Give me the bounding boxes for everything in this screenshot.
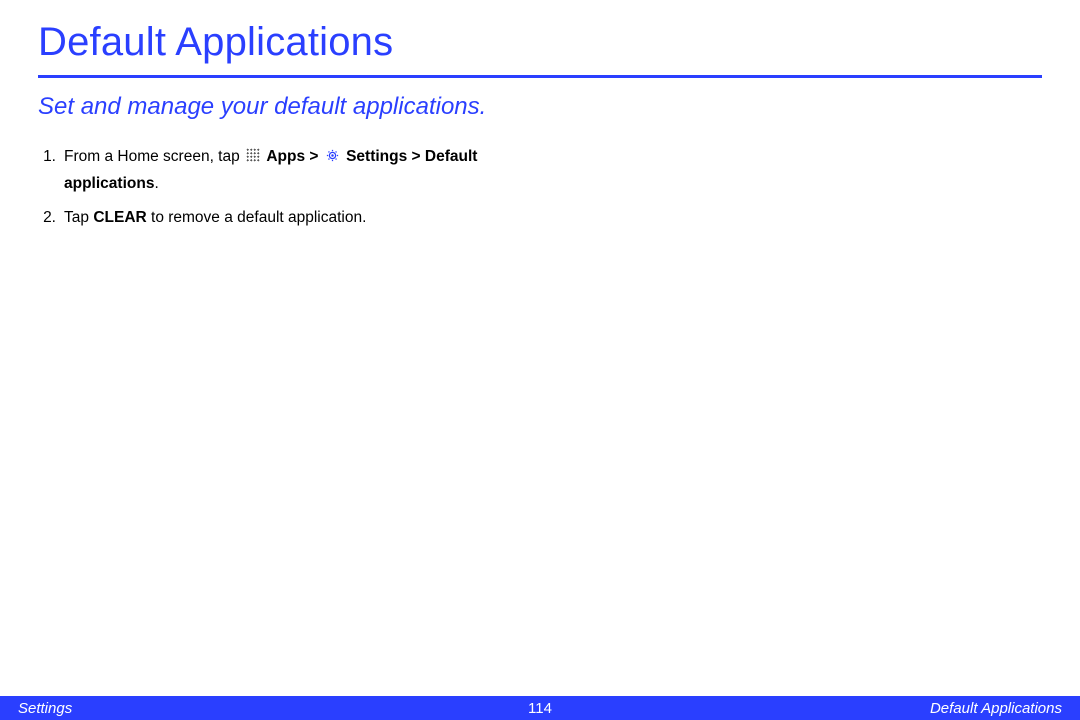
step-body: From a Home screen, tap Apps > Settings … — [64, 145, 558, 197]
step-number: 1. — [38, 145, 64, 197]
page-title: Default Applications — [38, 20, 1042, 75]
step-text: to remove a default application. — [147, 209, 367, 226]
clear-label: CLEAR — [93, 209, 146, 226]
step-text: Tap — [64, 209, 93, 226]
page-footer: Settings 114 Default Applications — [0, 696, 1080, 720]
footer-left: Settings — [18, 700, 72, 717]
settings-label: Settings — [346, 148, 407, 165]
step-number: 2. — [38, 206, 64, 231]
page-number: 114 — [528, 700, 552, 717]
steps-list: 1. From a Home screen, tap Apps > Settin… — [38, 145, 558, 231]
apps-label: Apps — [266, 148, 305, 165]
settings-gear-icon — [325, 147, 340, 172]
period: . — [154, 175, 158, 192]
step-2: 2. Tap CLEAR to remove a default applica… — [38, 206, 558, 231]
step-body: Tap CLEAR to remove a default applicatio… — [64, 206, 558, 231]
title-divider — [38, 75, 1042, 78]
manual-page: Default Applications Set and manage your… — [0, 0, 1080, 720]
step-text: From a Home screen, tap — [64, 148, 244, 165]
footer-right: Default Applications — [930, 700, 1062, 717]
separator: > — [407, 148, 425, 165]
page-subtitle: Set and manage your default applications… — [38, 92, 558, 123]
apps-grid-icon — [246, 148, 260, 162]
separator: > — [305, 148, 323, 165]
step-1: 1. From a Home screen, tap Apps > Settin… — [38, 145, 558, 197]
